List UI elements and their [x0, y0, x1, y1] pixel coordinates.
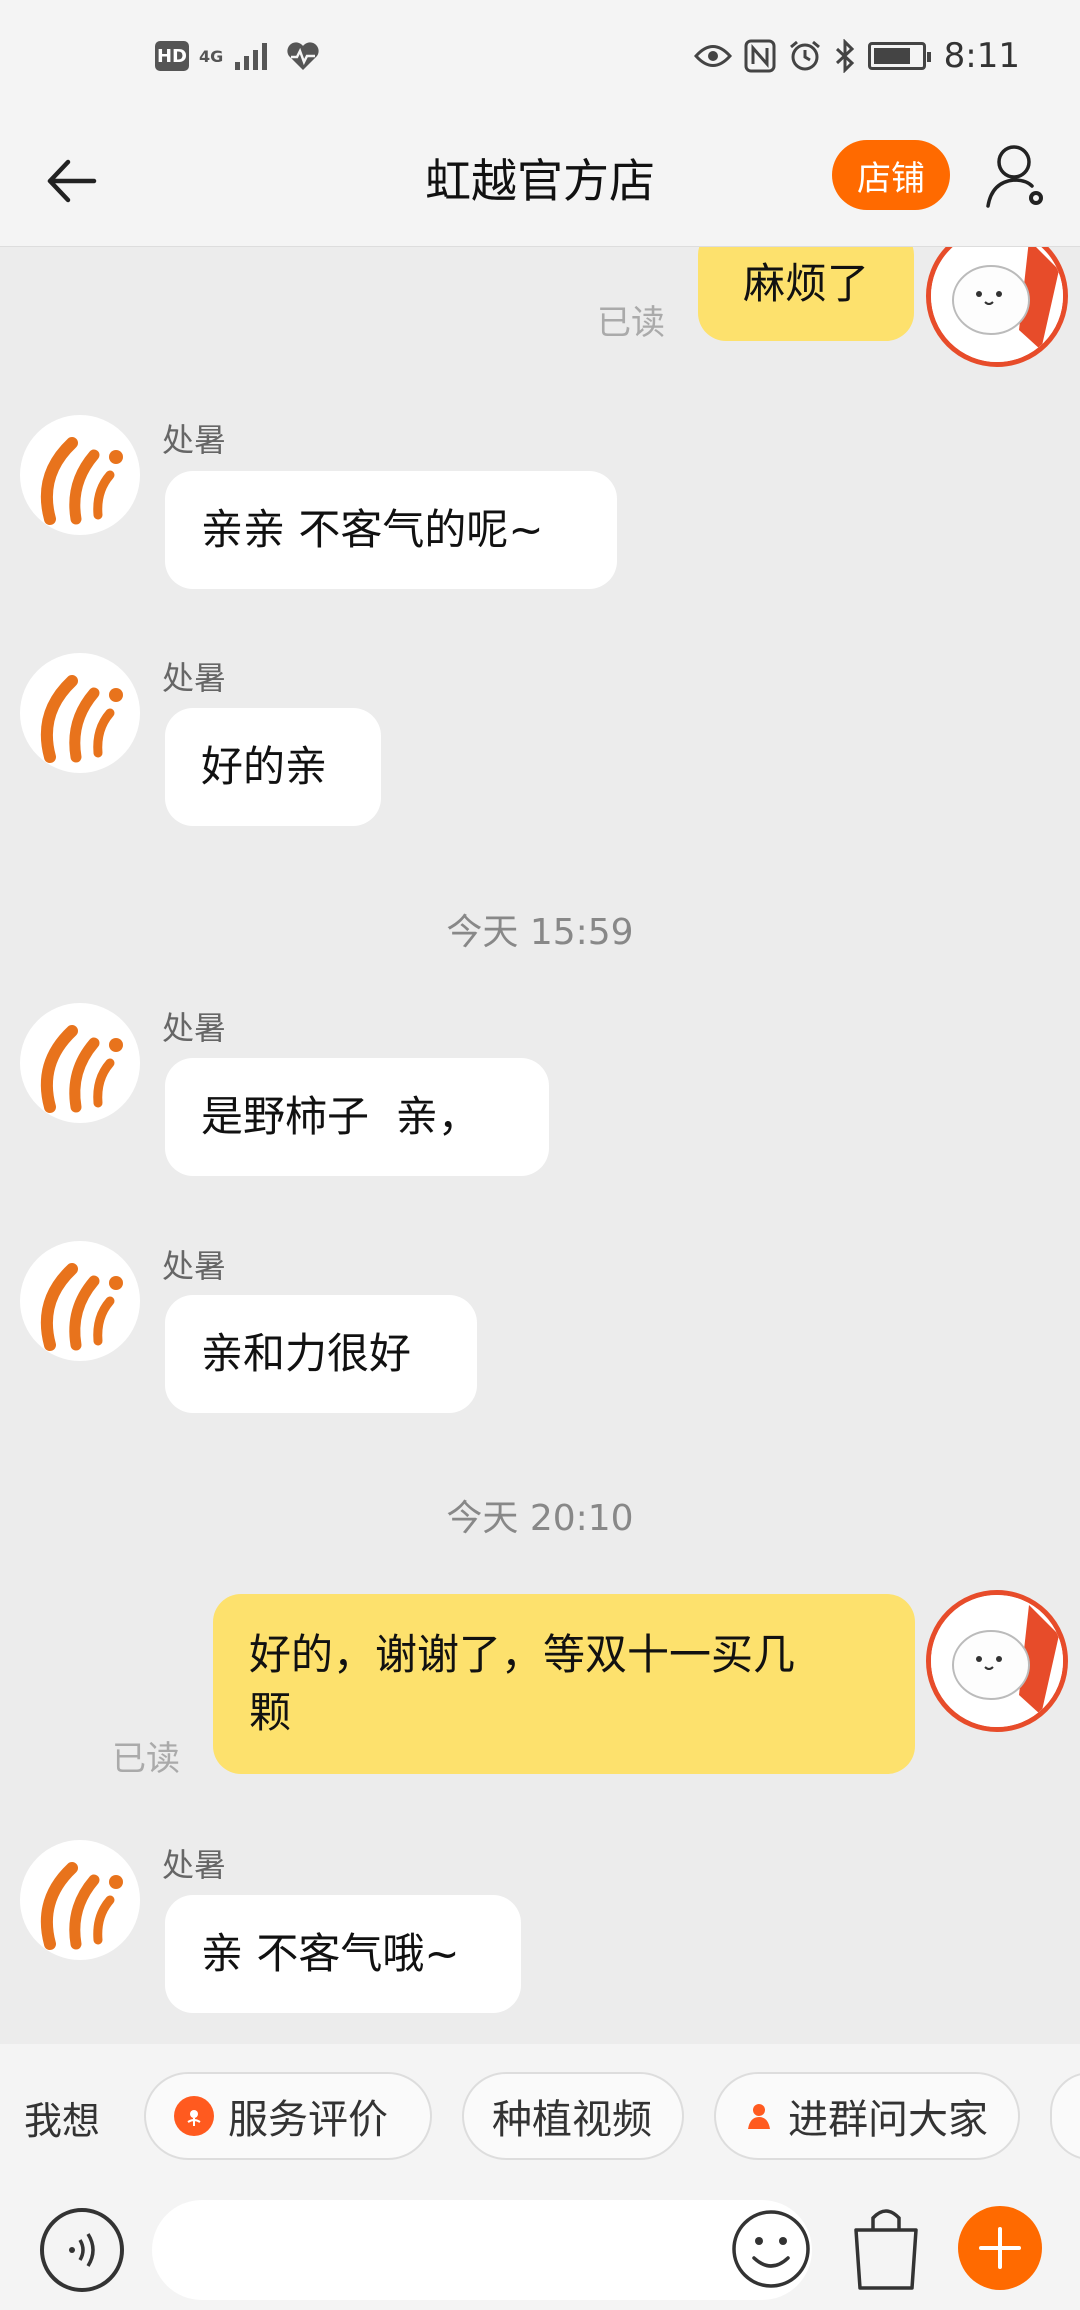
read-receipt: 已读 [597, 303, 665, 343]
suggestion-label: 我想 [24, 2099, 101, 2143]
my-avatar[interactable] [926, 247, 1068, 367]
network-label: 4G [199, 46, 224, 66]
user-settings-icon[interactable] [982, 140, 1052, 216]
message-text: 是野柿子 亲， [201, 1092, 480, 1141]
shop-avatar[interactable] [20, 653, 140, 773]
my-message-bubble[interactable]: 麻烦了 [698, 247, 914, 341]
shop-logo-icon [40, 675, 123, 763]
quick-suggestion-bar: 我想 服务评价 种植视频 进群问大家 [0, 2044, 1080, 2190]
chip-planting-video[interactable]: 种植视频 [462, 2072, 684, 2160]
shop-logo-icon [40, 1025, 123, 1113]
group-icon [748, 2104, 770, 2129]
bluetooth-icon [835, 39, 854, 73]
chip-label: 种植视频 [492, 2097, 652, 2143]
health-heart-icon [287, 42, 319, 70]
shop-logo-icon [40, 1862, 123, 1950]
chip-more[interactable] [1050, 2072, 1080, 2160]
shop-message-bubble[interactable]: 亲和力很好 [165, 1295, 477, 1413]
sender-name: 处暑 [162, 659, 227, 697]
alarm-icon [789, 40, 820, 71]
shop-message-bubble[interactable]: 是野柿子 亲， [165, 1058, 549, 1176]
flower-icon [174, 2096, 214, 2136]
shop-avatar[interactable] [20, 1241, 140, 1361]
nfc-icon [744, 39, 776, 73]
emoji-icon[interactable] [730, 2208, 812, 2290]
shop-button[interactable]: 店铺 [832, 140, 950, 210]
message-text-line-2: 颗 [249, 1688, 292, 1737]
read-receipt: 已读 [112, 1739, 180, 1779]
signal-icon [235, 43, 268, 70]
sender-name: 处暑 [162, 1009, 227, 1047]
shop-message-bubble[interactable]: 亲 不客气哦~ [165, 1895, 521, 2013]
chat-message-list[interactable]: 已读 麻烦了 处暑 亲亲 不客气的呢~ 处暑 好的亲 今天 15:59 处暑 是… [0, 247, 1080, 2044]
cartoon-avatar-icon [931, 1595, 1063, 1727]
message-text: 亲和力很好 [201, 1329, 412, 1378]
my-avatar[interactable] [926, 1590, 1068, 1732]
shop-avatar[interactable] [20, 415, 140, 535]
message-input[interactable] [152, 2200, 812, 2300]
chip-join-group[interactable]: 进群问大家 [714, 2072, 1020, 2160]
shop-avatar[interactable] [20, 1003, 140, 1123]
message-text-line-1: 好的，谢谢了，等双十一买几 [249, 1630, 796, 1679]
cartoon-avatar-icon [931, 247, 1063, 362]
my-message-bubble[interactable]: 好的，谢谢了，等双十一买几 颗 [213, 1594, 915, 1774]
status-bar: HD 4G 8:11 [0, 0, 1080, 120]
chip-label: 服务评价 [228, 2097, 388, 2143]
sender-name: 处暑 [162, 1247, 227, 1285]
hd-badge: HD [155, 41, 189, 71]
chip-service-review[interactable]: 服务评价 [144, 2072, 432, 2160]
chip-label: 进群问大家 [788, 2097, 988, 2143]
shopping-bag-icon[interactable] [846, 2202, 926, 2292]
status-right-icons: 8:11 [693, 36, 1020, 76]
sender-name: 处暑 [162, 421, 227, 459]
message-input-bar [0, 2190, 1080, 2310]
voice-input-button[interactable] [40, 2208, 124, 2292]
battery-icon [867, 42, 931, 70]
message-text: 亲 不客气哦~ [201, 1929, 460, 1978]
status-left-icons: HD 4G [155, 40, 321, 72]
chat-header: 虹越官方店 店铺 [0, 120, 1080, 247]
message-text: 好的亲 [201, 742, 328, 791]
message-text: 麻烦了 [742, 259, 869, 308]
plus-icon [979, 2227, 1021, 2269]
sender-name: 处暑 [162, 1846, 227, 1884]
shop-logo-icon [40, 1263, 123, 1351]
eye-icon [693, 45, 732, 67]
shop-logo-icon [40, 437, 123, 525]
shop-message-bubble[interactable]: 亲亲 不客气的呢~ [165, 471, 617, 589]
time-divider: 今天 20:10 [446, 1498, 634, 1539]
more-options-button[interactable] [958, 2206, 1042, 2290]
voice-icon [69, 2233, 95, 2267]
clock: 8:11 [943, 36, 1020, 76]
time-divider: 今天 15:59 [446, 912, 634, 953]
shop-message-bubble[interactable]: 好的亲 [165, 708, 381, 826]
message-text: 亲亲 不客气的呢~ [201, 505, 544, 554]
shop-avatar[interactable] [20, 1840, 140, 1960]
